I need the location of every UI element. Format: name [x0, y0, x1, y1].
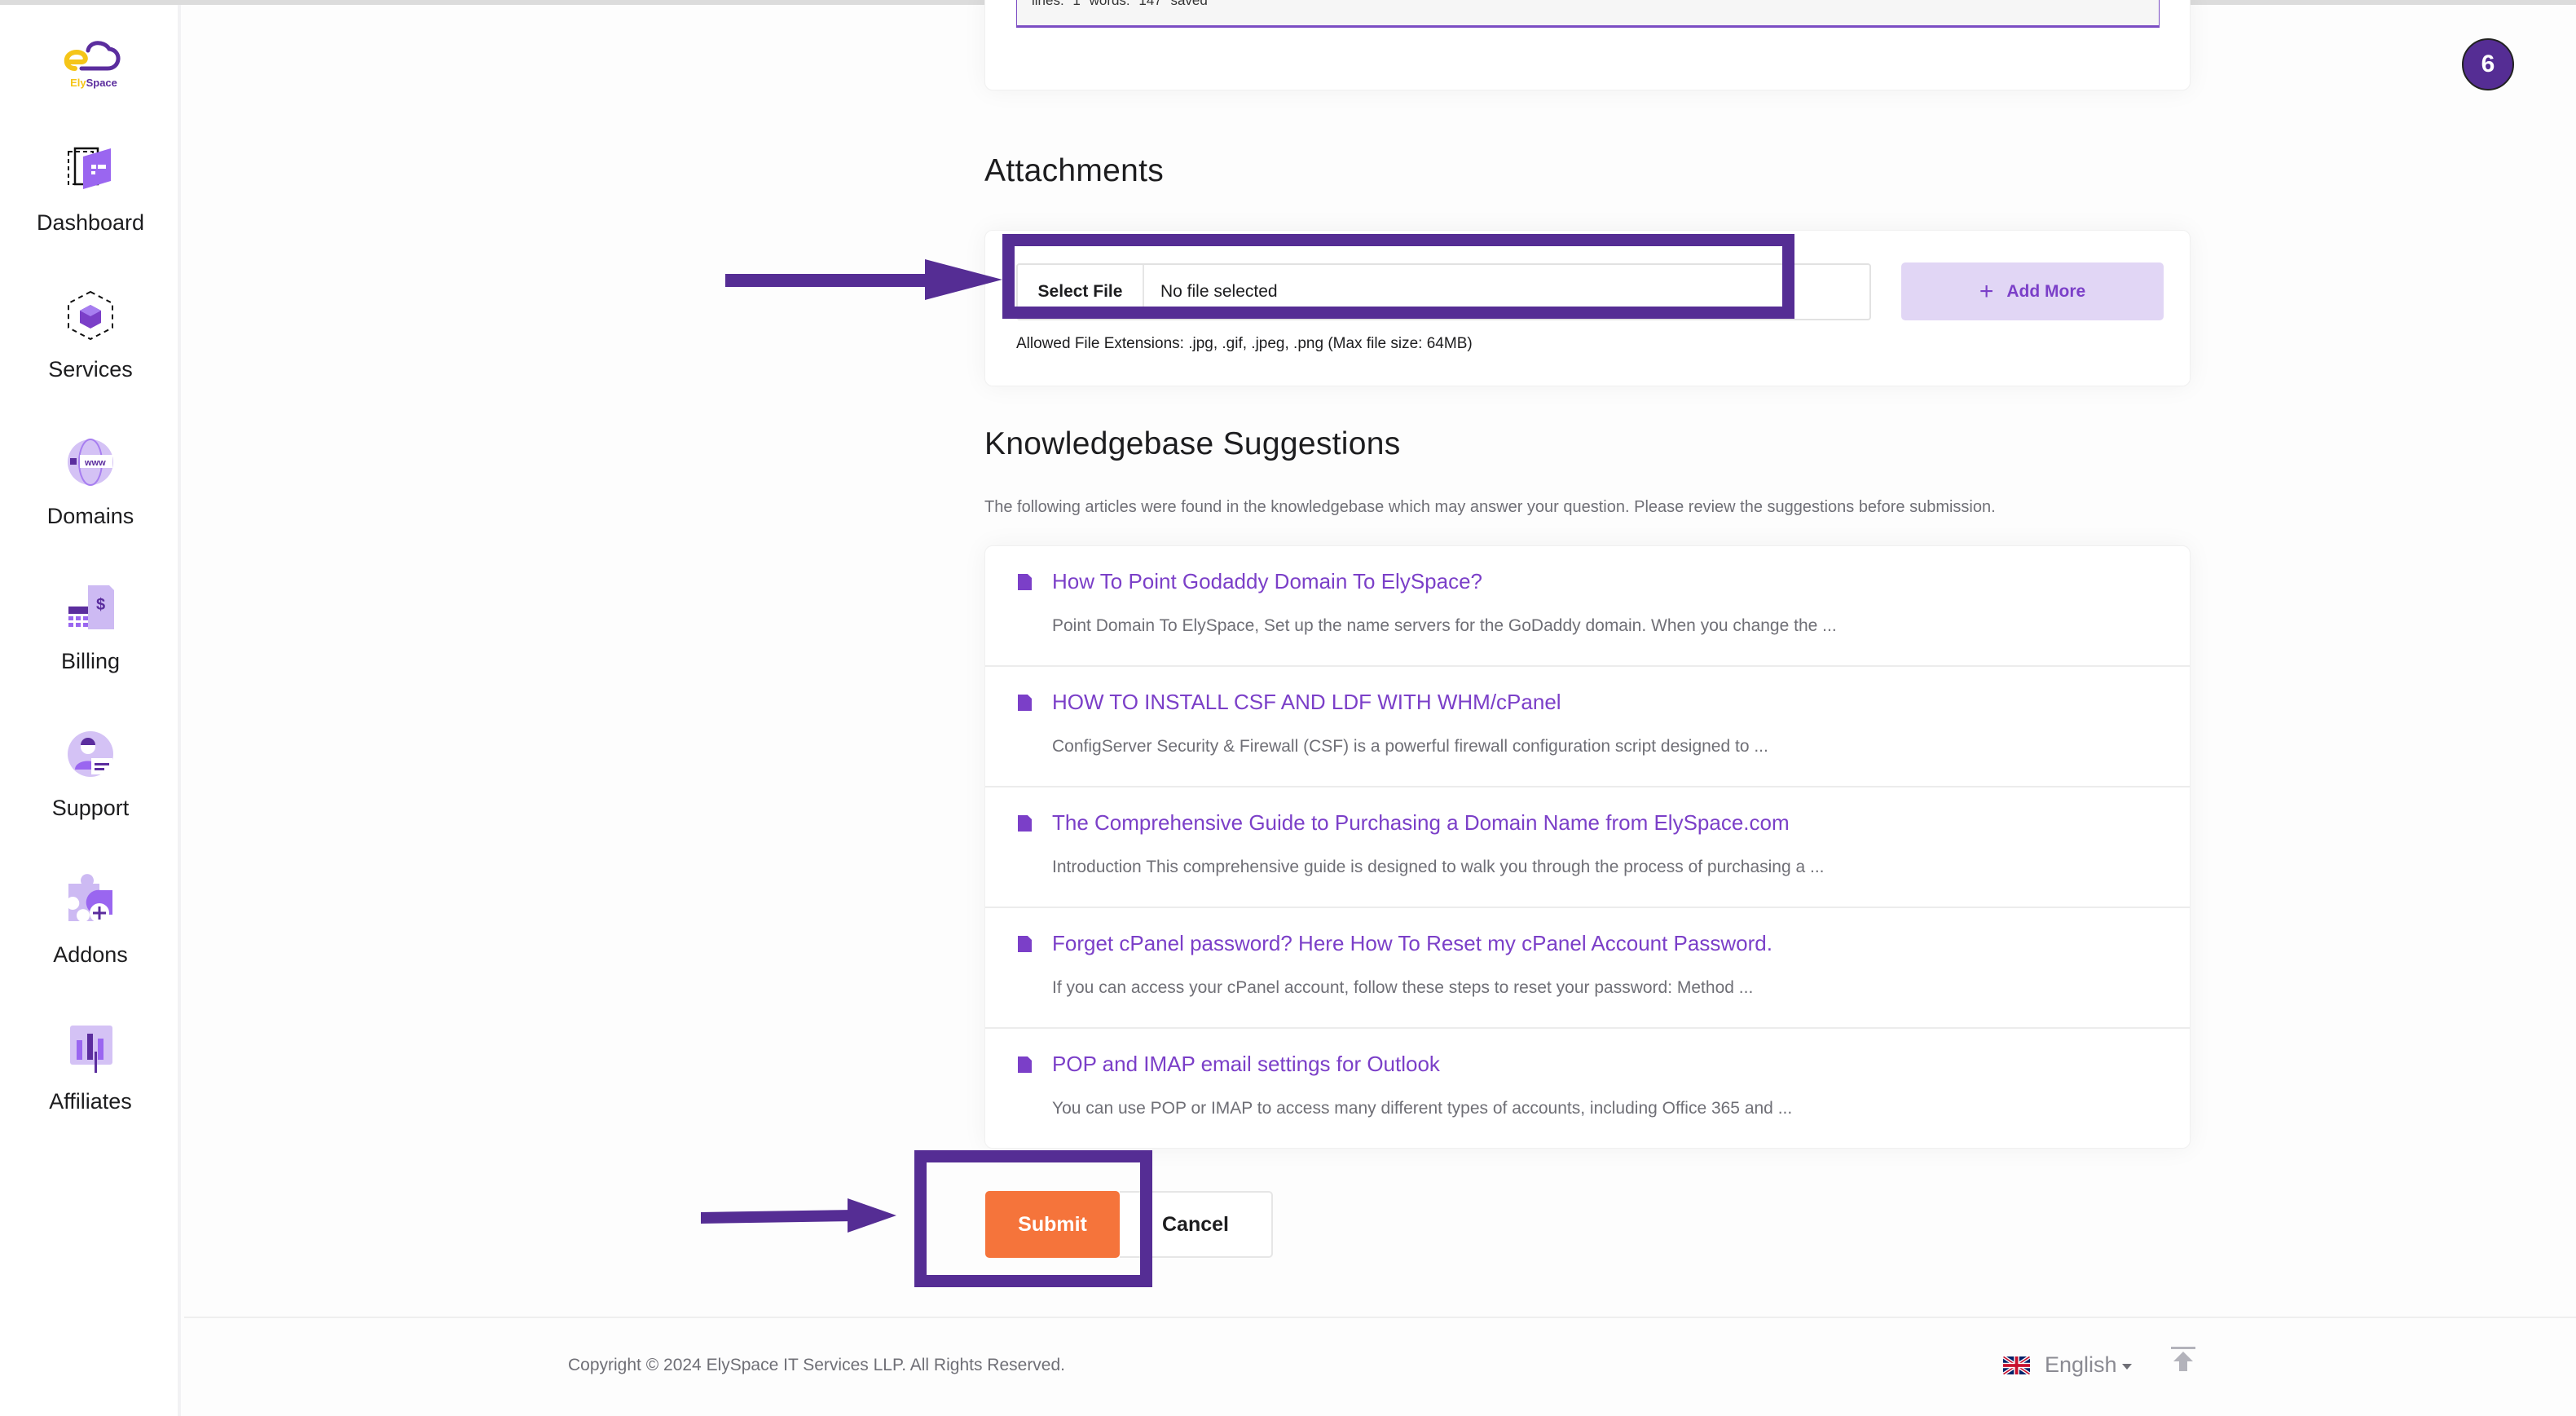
- svg-text:$: $: [96, 596, 105, 614]
- list-item[interactable]: POP and IMAP email settings for Outlook …: [985, 1029, 2190, 1149]
- sidebar-item-label: Affiliates: [49, 1089, 132, 1114]
- sidebar-item-label: Addons: [53, 942, 128, 967]
- allowed-extensions: Allowed File Extensions: .jpg, .gif, .jp…: [1016, 335, 1473, 352]
- message-card: lines: 1 words: 147 saved: [984, 0, 2191, 90]
- sidebar-item-domains[interactable]: www Domains: [0, 435, 181, 558]
- add-more-button[interactable]: + Add More: [1901, 262, 2164, 320]
- services-cube-icon: [68, 290, 113, 341]
- sidebar-item-label: Services: [48, 357, 133, 382]
- article-snippet: Introduction This comprehensive guide is…: [1052, 858, 1825, 876]
- attachments-heading: Attachments: [984, 153, 1165, 188]
- article-snippet: Point Domain To ElySpace, Set up the nam…: [1052, 616, 1837, 635]
- plus-icon: +: [1979, 277, 1994, 305]
- sidebar-item-dashboard[interactable]: Dashboard: [0, 142, 181, 264]
- list-item[interactable]: Forget cPanel password? Here How To Rese…: [985, 908, 2190, 1029]
- language-label: English: [2045, 1352, 2117, 1377]
- back-to-top-icon[interactable]: [2171, 1347, 2195, 1374]
- footer-divider: [184, 1317, 2576, 1318]
- file-status: No file selected: [1160, 282, 1278, 301]
- document-icon: [1018, 695, 1032, 711]
- knowledgebase-heading: Knowledgebase Suggestions: [984, 426, 1401, 461]
- brand-logo[interactable]: ElySpace: [57, 37, 130, 95]
- svg-text:www: www: [84, 458, 106, 468]
- addons-puzzle-icon: [68, 874, 112, 923]
- sidebar-item-label: Billing: [60, 649, 121, 673]
- document-icon: [1018, 574, 1032, 590]
- list-item[interactable]: HOW TO INSTALL CSF AND LDF WITH WHM/cPan…: [985, 667, 2190, 787]
- dashboard-icon: [68, 147, 111, 189]
- sidebar-item-services[interactable]: Services: [0, 289, 181, 411]
- article-link[interactable]: How To Point Godaddy Domain To ElySpace?: [1052, 569, 1482, 594]
- sidebar-item-label: Dashboard: [36, 210, 145, 235]
- brand-name: ElySpace: [70, 77, 117, 89]
- message-editor[interactable]: lines: 1 words: 147 saved: [1016, 0, 2160, 28]
- document-icon: [1018, 1056, 1032, 1073]
- sidebar-item-addons[interactable]: Addons: [0, 874, 181, 996]
- affiliates-chart-icon: [70, 1026, 112, 1073]
- sidebar-item-support[interactable]: Support: [0, 727, 181, 849]
- uk-flag-icon: [2003, 1355, 2030, 1375]
- select-file-button[interactable]: Select File: [1018, 265, 1144, 319]
- document-icon: [1018, 815, 1032, 832]
- cancel-button[interactable]: Cancel: [1120, 1191, 1273, 1258]
- copyright-text: Copyright © 2024 ElySpace IT Services LL…: [568, 1356, 1066, 1374]
- knowledgebase-list: How To Point Godaddy Domain To ElySpace?…: [984, 545, 2191, 1149]
- sidebar-item-affiliates[interactable]: Affiliates: [0, 1021, 181, 1143]
- editor-status: lines: 1 words: 147 saved: [1032, 0, 1208, 8]
- step-badge: 6: [2462, 38, 2514, 90]
- caret-down-icon: [2121, 1364, 2132, 1370]
- article-link[interactable]: Forget cPanel password? Here How To Rese…: [1052, 931, 1772, 956]
- article-link[interactable]: HOW TO INSTALL CSF AND LDF WITH WHM/cPan…: [1052, 690, 1561, 715]
- sidebar: ElySpace Dashboard Services www Domains: [0, 5, 181, 1416]
- elyspace-cloud-icon: [64, 41, 121, 71]
- list-item[interactable]: How To Point Godaddy Domain To ElySpace?…: [985, 546, 2190, 667]
- article-link[interactable]: The Comprehensive Guide to Purchasing a …: [1052, 810, 1790, 836]
- billing-invoice-icon: $: [68, 585, 114, 629]
- attachments-card: Select File No file selected + Add More …: [984, 230, 2191, 386]
- file-input[interactable]: Select File No file selected: [1016, 263, 1871, 320]
- list-item[interactable]: The Comprehensive Guide to Purchasing a …: [985, 787, 2190, 908]
- knowledgebase-description: The following articles were found in the…: [984, 498, 1996, 516]
- document-icon: [1018, 936, 1032, 952]
- article-snippet: You can use POP or IMAP to access many d…: [1052, 1099, 1793, 1118]
- sidebar-item-billing[interactable]: $ Billing: [0, 580, 181, 703]
- support-agent-icon: [68, 731, 113, 777]
- article-snippet: ConfigServer Security & Firewall (CSF) i…: [1052, 737, 1768, 756]
- add-more-label: Add More: [2006, 281, 2086, 301]
- domains-globe-icon: www: [68, 439, 113, 486]
- language-selector[interactable]: English: [2003, 1352, 2132, 1378]
- submit-button[interactable]: Submit: [985, 1191, 1120, 1258]
- sidebar-item-label: Domains: [46, 504, 134, 528]
- article-snippet: If you can access your cPanel account, f…: [1052, 978, 1754, 997]
- article-link[interactable]: POP and IMAP email settings for Outlook: [1052, 1052, 1440, 1077]
- main-content: lines: 1 words: 147 saved Attachments Se…: [184, 0, 2576, 1416]
- sidebar-item-label: Support: [51, 796, 130, 820]
